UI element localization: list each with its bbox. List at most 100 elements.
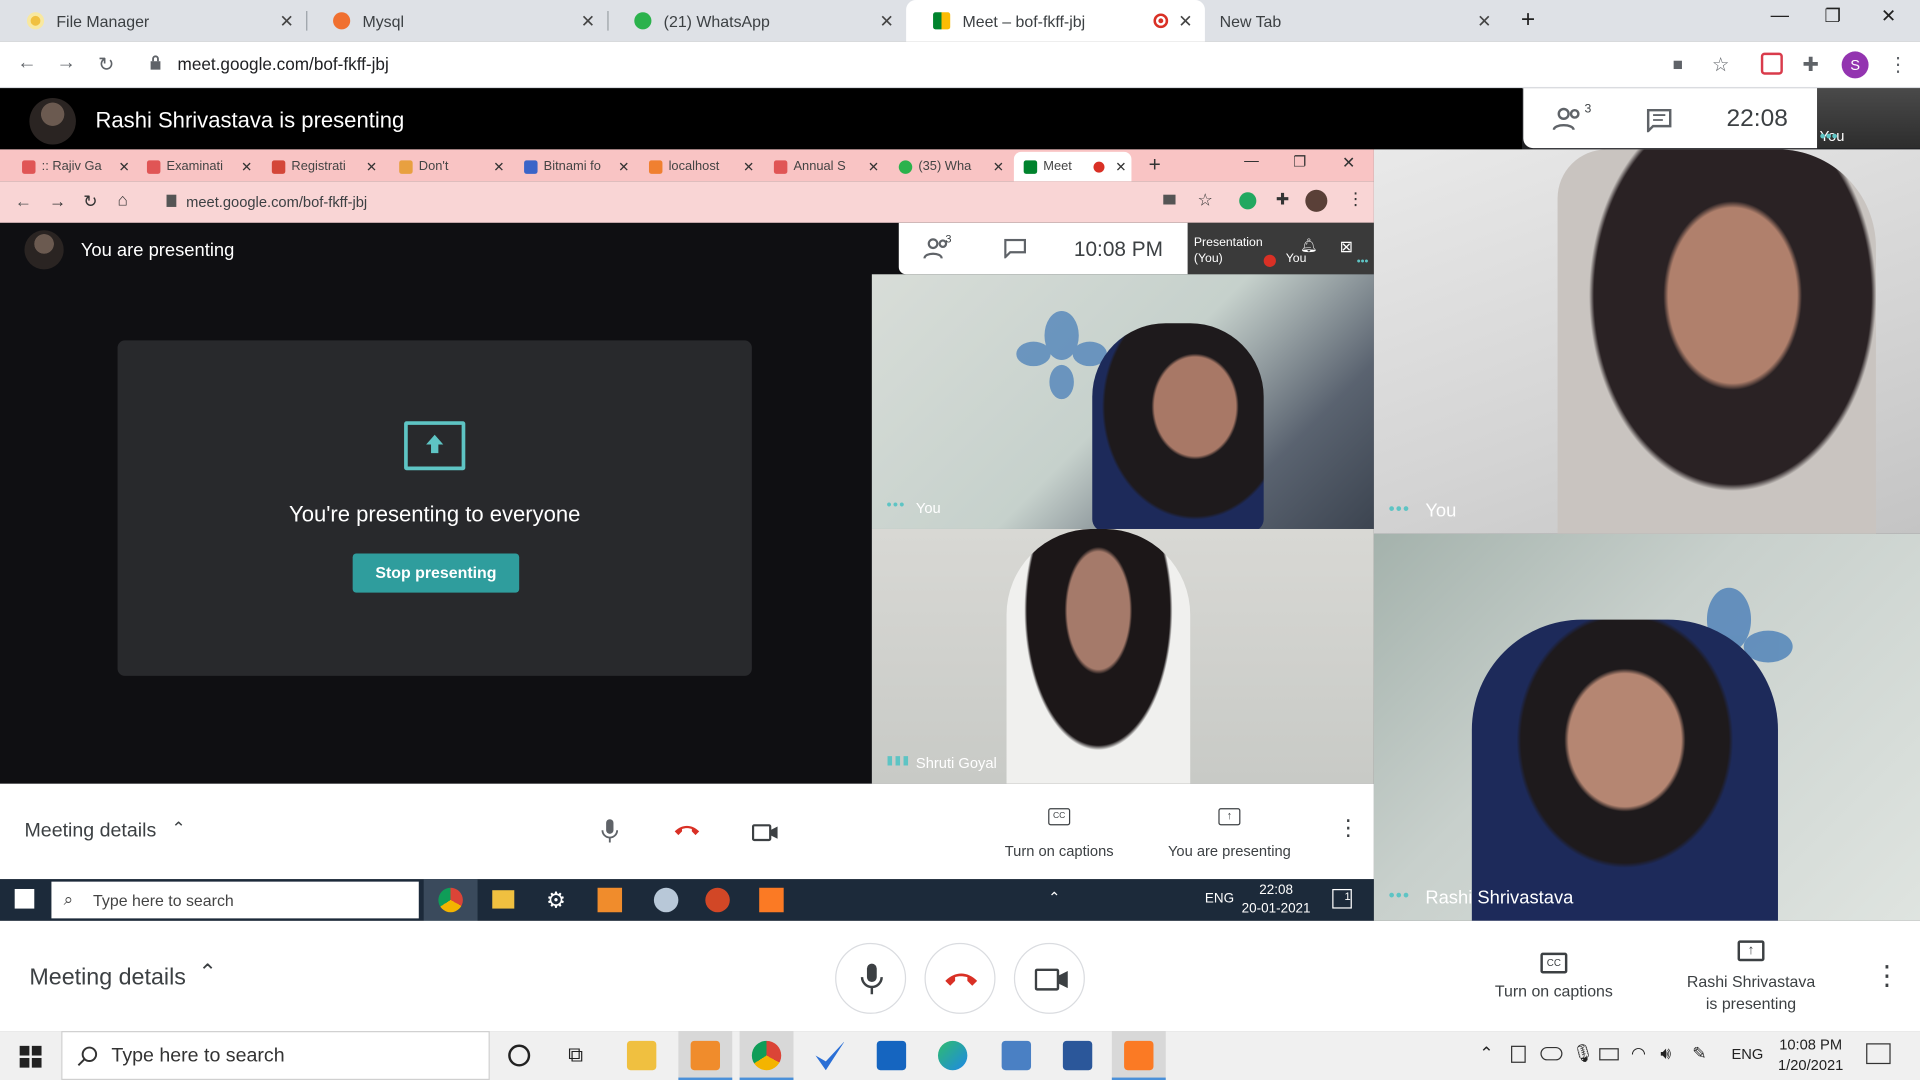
tray-chevron-icon: ⌃ xyxy=(1048,888,1061,907)
close-tab-icon[interactable]: ✕ xyxy=(1178,11,1192,32)
tray-chevron-icon[interactable]: ⌃ xyxy=(1479,1043,1493,1064)
extension-pocket-icon[interactable] xyxy=(1760,52,1783,75)
camera-icon xyxy=(751,824,778,842)
shared-tab: Examinati ✕ xyxy=(146,152,252,181)
cortana-icon[interactable] xyxy=(508,1044,531,1067)
tray-time: 22:08 xyxy=(1259,882,1293,898)
captions-button-label[interactable]: Turn on captions xyxy=(1477,982,1631,1000)
edge-icon[interactable] xyxy=(937,1040,968,1071)
search-placeholder: Type here to search xyxy=(93,891,234,910)
captions-icon[interactable]: CC xyxy=(1540,952,1568,974)
microphone-icon xyxy=(601,819,619,843)
tab-meet[interactable]: Meet – bof-fkff-jbj ✕ xyxy=(906,0,1205,42)
close-tab-icon[interactable]: ✕ xyxy=(880,11,894,32)
profile-avatar[interactable]: S xyxy=(1841,51,1869,79)
minimize-icon: — xyxy=(1244,151,1259,169)
battery-icon[interactable] xyxy=(1599,1048,1619,1061)
windows-start-icon[interactable] xyxy=(19,1045,42,1068)
more-options-icon[interactable]: ⋮ xyxy=(1873,960,1900,992)
url-field[interactable]: meet.google.com/bof-fkff-jbj xyxy=(178,54,389,74)
bookmark-star-icon: ☆ xyxy=(1197,189,1213,210)
back-icon: ← xyxy=(14,191,32,211)
chat-icon[interactable] xyxy=(1646,108,1673,133)
close-tab-icon[interactable]: ✕ xyxy=(280,11,294,32)
shared-tab: localhost ✕ xyxy=(648,152,755,181)
presenting-status[interactable]: Rashi Shrivastava is presenting xyxy=(1670,971,1832,1015)
tab-whatsapp[interactable]: (21) WhatsApp ✕ xyxy=(607,0,906,42)
shared-tab-label: Meet xyxy=(1043,159,1072,174)
task-view-icon[interactable]: ⧉ xyxy=(568,1043,583,1067)
chevron-up-icon[interactable]: ⌃ xyxy=(198,960,216,986)
volume-icon[interactable]: 🔊︎ xyxy=(1660,1043,1671,1064)
close-tab-icon: ✕ xyxy=(867,159,880,175)
shared-presenter-banner: You are presenting xyxy=(80,240,235,261)
shared-tab: Annual S ✕ xyxy=(773,152,880,181)
shared-tab: Bitnami fo ✕ xyxy=(524,152,629,181)
chevron-up-icon: ⌃ xyxy=(171,817,186,838)
reload-icon[interactable]: ↻ xyxy=(98,53,114,77)
hang-up-button[interactable] xyxy=(924,942,996,1014)
tab-new-tab[interactable]: New Tab ✕ xyxy=(1205,0,1504,42)
more-dots-icon: ••• xyxy=(1356,254,1369,267)
meet-bottom-bar: Meeting details ⌃ CC Turn on captions ↑ … xyxy=(0,920,1920,1032)
input-language[interactable]: ENG xyxy=(1731,1046,1763,1063)
captions-label: Turn on captions xyxy=(1004,842,1114,860)
extensions-puzzle-icon[interactable]: ✚ xyxy=(1802,53,1818,77)
file-explorer-icon[interactable] xyxy=(626,1040,657,1071)
present-icon[interactable]: ↑ xyxy=(1737,940,1765,962)
shared-address-bar: ← → ↻ ⌂ meet.google.com/bof-fkff-jbj ☆ ✚… xyxy=(0,181,1374,223)
windows-start-icon xyxy=(14,888,35,909)
close-tab-icon: ✕ xyxy=(743,159,755,175)
shared-taskbar-search: ⌕ Type here to search xyxy=(51,881,419,919)
camera-icon xyxy=(1034,968,1068,991)
wifi-icon[interactable]: ◠ xyxy=(1631,1043,1646,1064)
onedrive-icon[interactable] xyxy=(1540,1046,1563,1061)
close-tab-icon[interactable]: ✕ xyxy=(1477,11,1491,32)
window-close-icon[interactable]: ✕ xyxy=(1881,5,1896,27)
video-tile-you[interactable]: ••• You xyxy=(1373,149,1920,534)
tray-date: 20-01-2021 xyxy=(1241,901,1311,916)
pen-icon[interactable]: ✎ xyxy=(1692,1043,1706,1064)
meeting-clock: 22:08 xyxy=(1726,105,1788,133)
new-tab-plus-icon[interactable]: + xyxy=(1521,6,1535,34)
tray-device-icon[interactable] xyxy=(1511,1045,1526,1063)
shared-screen: :: Rajiv Ga ✕ Examinati ✕ Registrati ✕ Don'… xyxy=(0,149,1374,921)
shared-tab-label: Examinati xyxy=(166,159,223,174)
maximize-icon[interactable]: ❐ xyxy=(1825,5,1841,27)
lock-icon xyxy=(150,55,161,70)
chrome-icon[interactable] xyxy=(751,1040,782,1071)
xampp-icon[interactable] xyxy=(1124,1040,1154,1071)
microphone-button[interactable] xyxy=(835,942,907,1014)
participants-count: 3 xyxy=(945,232,952,245)
camera-button[interactable] xyxy=(1013,942,1085,1014)
new-tab-plus-icon: + xyxy=(1148,153,1161,177)
present-screen-icon xyxy=(404,421,466,471)
self-view-thumbnail[interactable]: You ••• xyxy=(1817,88,1920,149)
taskbar-search-placeholder: Type here to search xyxy=(111,1045,285,1067)
mail-icon[interactable] xyxy=(876,1040,907,1071)
camera-in-use-icon[interactable]: ■ xyxy=(1673,54,1683,74)
todo-icon[interactable] xyxy=(815,1040,845,1071)
tab-file-manager[interactable]: File Manager ✕ xyxy=(0,0,306,42)
tab-mysql[interactable]: Mysql ✕ xyxy=(306,0,607,42)
taskbar-clock[interactable]: 10:08 PM 1/20/2021 xyxy=(1778,1035,1843,1077)
shared-meet-bottom-bar: Meeting details ⌃ CC Turn on captions ↑ … xyxy=(0,783,1374,880)
close-tab-icon[interactable]: ✕ xyxy=(581,11,595,32)
tray-mic-icon[interactable]: 🎙︎ xyxy=(1572,1043,1594,1064)
browser-menu-icon[interactable]: ⋮ xyxy=(1888,53,1908,77)
forward-icon[interactable]: → xyxy=(56,53,76,75)
python-icon[interactable] xyxy=(1001,1040,1032,1071)
minimize-icon[interactable]: — xyxy=(1771,5,1789,26)
taskbar-search-box[interactable]: Type here to search xyxy=(61,1031,490,1080)
back-icon[interactable]: ← xyxy=(17,53,37,75)
video-tile-rashi-shrivastava[interactable]: ••• Rashi Shrivastava xyxy=(1373,533,1920,921)
word-icon[interactable] xyxy=(1062,1040,1093,1071)
close-tab-icon: ✕ xyxy=(618,159,630,175)
shared-tab: :: Rajiv Ga ✕ xyxy=(22,152,130,181)
file-explorer-icon xyxy=(492,890,515,909)
action-center-icon[interactable] xyxy=(1866,1043,1891,1065)
bookmark-star-icon[interactable]: ☆ xyxy=(1712,53,1730,77)
sublime-text-icon[interactable] xyxy=(690,1040,721,1071)
more-dots-icon[interactable]: ••• xyxy=(1820,126,1916,146)
meeting-details-button[interactable]: Meeting details xyxy=(29,965,185,992)
